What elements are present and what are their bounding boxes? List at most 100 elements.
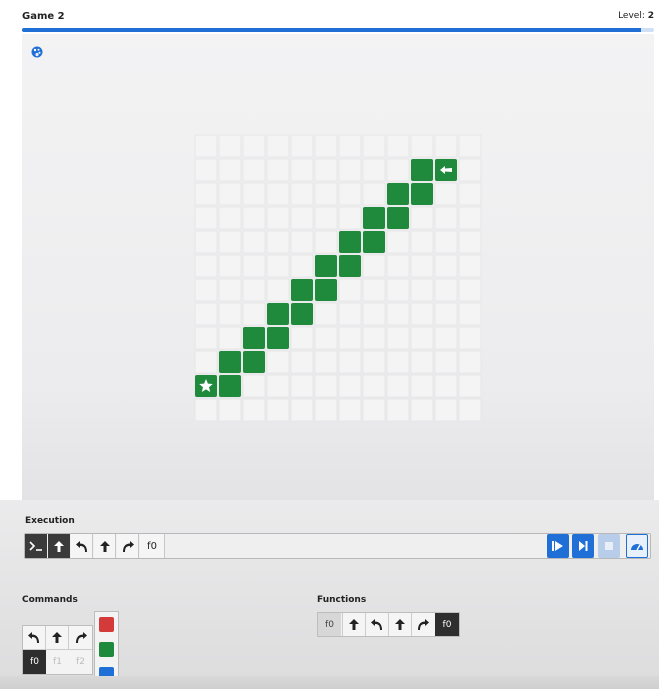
grid-cell bbox=[266, 182, 290, 206]
grid-cell bbox=[266, 278, 290, 302]
grid-cell bbox=[194, 230, 218, 254]
grid-cell bbox=[314, 302, 338, 326]
grid-cell bbox=[314, 350, 338, 374]
grid-cell bbox=[194, 278, 218, 302]
grid-cell bbox=[314, 230, 338, 254]
grid-cell bbox=[410, 302, 434, 326]
grid-cell bbox=[266, 398, 290, 422]
grid-cell bbox=[362, 398, 386, 422]
cmd-f0[interactable]: f0 bbox=[23, 650, 46, 674]
grid-cell bbox=[314, 326, 338, 350]
grid-cell bbox=[242, 254, 266, 278]
grid-cell bbox=[458, 134, 482, 158]
green-tile bbox=[387, 207, 409, 229]
grid-cell bbox=[266, 254, 290, 278]
grid-cell bbox=[458, 206, 482, 230]
terminal-icon[interactable] bbox=[25, 534, 47, 558]
speed-icon[interactable] bbox=[626, 534, 648, 558]
grid-cell bbox=[434, 182, 458, 206]
exec-forward-arrow-icon-2[interactable] bbox=[94, 534, 116, 558]
green-tile bbox=[315, 279, 337, 301]
exec-turn-left-icon[interactable] bbox=[71, 534, 93, 558]
grid-cell bbox=[410, 254, 434, 278]
game-area bbox=[22, 34, 654, 500]
red-color-swatch[interactable] bbox=[99, 617, 114, 632]
grid-cell bbox=[218, 158, 242, 182]
grid-cell bbox=[338, 350, 362, 374]
grid-cell bbox=[338, 158, 362, 182]
grid-cell bbox=[290, 158, 314, 182]
game-board bbox=[194, 134, 482, 422]
level-indicator: Level: 2 bbox=[618, 11, 654, 21]
green-tile bbox=[267, 303, 289, 325]
green-tile bbox=[363, 231, 385, 253]
bottom-edge bbox=[0, 676, 659, 689]
grid-cell bbox=[410, 230, 434, 254]
grid-cell bbox=[434, 398, 458, 422]
green-tile bbox=[315, 255, 337, 277]
execution-label: Execution bbox=[25, 516, 75, 526]
grid-cell bbox=[458, 254, 482, 278]
green-tile bbox=[267, 327, 289, 349]
grid-cell bbox=[194, 350, 218, 374]
grid-cell bbox=[314, 134, 338, 158]
grid-cell bbox=[266, 134, 290, 158]
grid-cell bbox=[290, 350, 314, 374]
grid-cell bbox=[458, 230, 482, 254]
grid-cell bbox=[218, 326, 242, 350]
cmd-turn-left-icon[interactable] bbox=[23, 626, 46, 650]
step-play-icon[interactable] bbox=[547, 534, 569, 558]
grid-cell bbox=[434, 350, 458, 374]
grid-cell bbox=[362, 134, 386, 158]
progress-fill bbox=[22, 28, 642, 32]
grid-cell bbox=[338, 398, 362, 422]
level-progress-bar bbox=[22, 28, 654, 32]
cmd-f1[interactable]: f1 bbox=[46, 650, 69, 674]
grid-cell bbox=[290, 230, 314, 254]
green-color-swatch[interactable] bbox=[99, 642, 114, 657]
palette-icon[interactable] bbox=[31, 43, 43, 58]
fn-f0[interactable]: f0 bbox=[435, 613, 459, 636]
grid-cell bbox=[386, 350, 410, 374]
grid-cell bbox=[410, 326, 434, 350]
cmd-turn-right-icon[interactable] bbox=[69, 626, 92, 650]
grid-cell bbox=[290, 206, 314, 230]
grid-cell bbox=[242, 302, 266, 326]
fn-forward-arrow-icon[interactable] bbox=[342, 613, 365, 636]
fn-turn-right-icon[interactable] bbox=[411, 613, 434, 636]
stop-icon[interactable] bbox=[598, 534, 620, 558]
green-tile bbox=[411, 159, 433, 181]
grid-cell bbox=[362, 254, 386, 278]
function-name: f0 bbox=[318, 613, 341, 636]
grid-cell bbox=[218, 134, 242, 158]
exec-forward-arrow-icon[interactable] bbox=[48, 534, 70, 558]
game-title: Game 2 bbox=[22, 11, 65, 22]
green-tile bbox=[387, 183, 409, 205]
star-icon bbox=[195, 375, 217, 397]
grid-cell bbox=[362, 350, 386, 374]
fn-forward-arrow-icon-2[interactable] bbox=[388, 613, 411, 636]
grid-cell bbox=[434, 254, 458, 278]
cmd-forward-arrow-icon[interactable] bbox=[46, 626, 69, 650]
grid-cell bbox=[218, 206, 242, 230]
grid-cell bbox=[290, 254, 314, 278]
skip-icon[interactable] bbox=[572, 534, 594, 558]
cmd-f2[interactable]: f2 bbox=[69, 650, 92, 674]
commands-label: Commands bbox=[22, 595, 78, 605]
grid-cell bbox=[434, 134, 458, 158]
grid-cell bbox=[242, 182, 266, 206]
grid-cell bbox=[194, 254, 218, 278]
grid-cell bbox=[338, 278, 362, 302]
grid-cell bbox=[194, 326, 218, 350]
green-tile bbox=[291, 279, 313, 301]
green-tile bbox=[219, 351, 241, 373]
grid-cell bbox=[386, 158, 410, 182]
grid-cell bbox=[434, 302, 458, 326]
exec-f0[interactable]: f0 bbox=[140, 534, 165, 558]
grid-cell bbox=[242, 158, 266, 182]
fn-turn-left-icon[interactable] bbox=[365, 613, 388, 636]
green-tile bbox=[411, 183, 433, 205]
green-tile bbox=[339, 231, 361, 253]
exec-turn-right-icon[interactable] bbox=[117, 534, 139, 558]
grid-cell bbox=[410, 350, 434, 374]
